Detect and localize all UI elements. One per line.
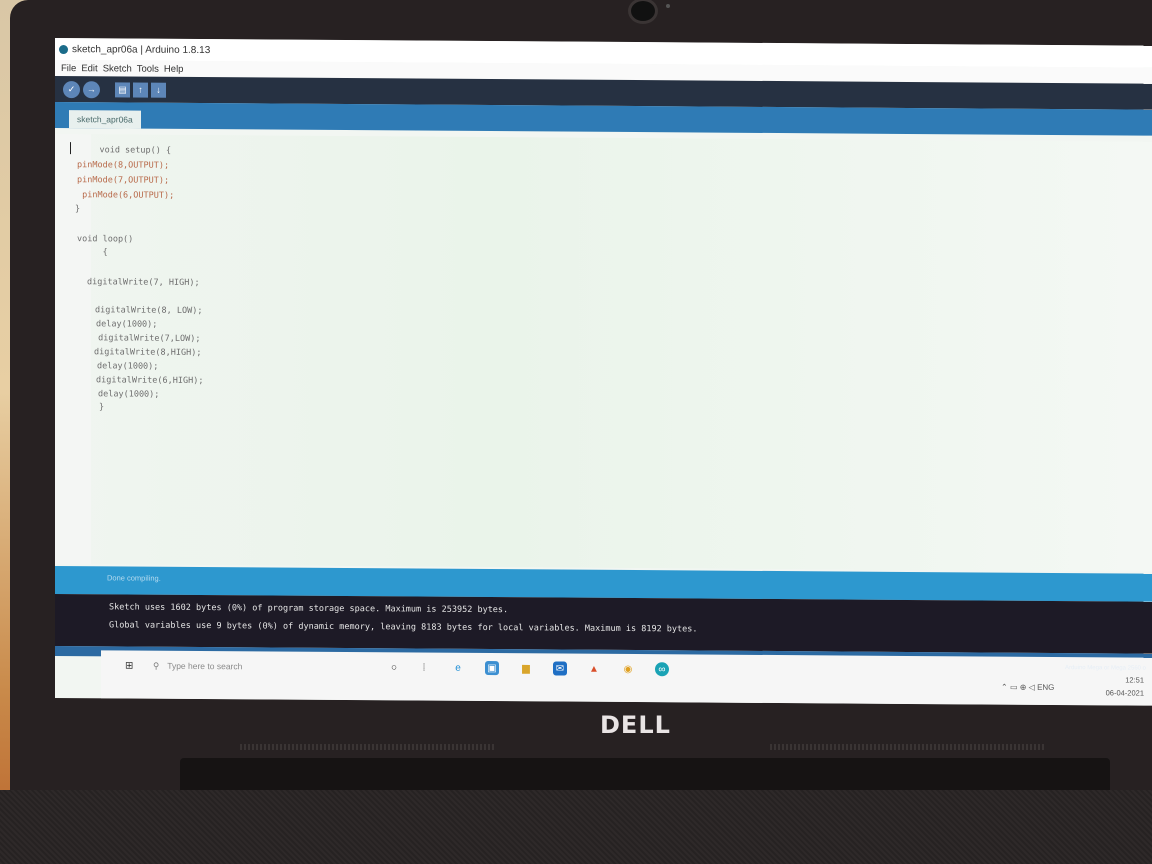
arduino-icon[interactable]: ∞ — [655, 662, 669, 677]
battery-icon[interactable]: ▭ — [1010, 683, 1018, 692]
menu-tools[interactable]: Tools — [137, 63, 159, 74]
laptop-screen: sketch_apr06a | Arduino 1.8.13 File Edit… — [55, 38, 1152, 706]
code-line: digitalWrite(8, LOW); — [95, 305, 203, 317]
edge-icon[interactable]: e — [451, 661, 465, 675]
board-label: Arduino Mega or Mega 2560 o — [1064, 665, 1146, 672]
globe-icon[interactable]: ⊕ — [1020, 683, 1027, 692]
code-line: pinMode(6,OUTPUT); — [77, 190, 175, 201]
verify-icon[interactable]: ✓ — [63, 80, 80, 98]
code-line: void setup() { — [79, 145, 172, 156]
webcam-led — [666, 4, 670, 8]
menu-help[interactable]: Help — [164, 63, 184, 74]
language-indicator[interactable]: ENG — [1037, 683, 1054, 692]
matlab-icon[interactable]: ▲ — [587, 662, 601, 676]
menu-file[interactable]: File — [61, 63, 76, 74]
laptop-brand-logo: DELL — [600, 711, 671, 739]
mail-icon[interactable]: ✉ — [553, 661, 567, 676]
windows-start-icon[interactable]: ⊞ — [125, 660, 135, 671]
menu-edit[interactable]: Edit — [81, 63, 97, 74]
window-title: sketch_apr06a | Arduino 1.8.13 — [72, 43, 211, 56]
arduino-app-icon — [59, 44, 68, 54]
speaker-grill-right — [770, 744, 1045, 750]
code-line: digitalWrite(8,HIGH); — [94, 347, 202, 359]
code-line: void loop() — [77, 234, 134, 245]
new-icon[interactable]: ▤ — [115, 81, 130, 98]
code-line: digitalWrite(7, HIGH); — [87, 277, 200, 289]
open-icon[interactable]: ↑ — [133, 82, 148, 98]
save-icon[interactable]: ↓ — [151, 82, 166, 98]
task-view-icon[interactable]: ○ — [387, 660, 401, 674]
search-icon: ⚲ — [153, 660, 160, 671]
taskbar-search[interactable]: ⚲ Type here to search — [153, 657, 353, 676]
speaker-grill-left — [240, 744, 495, 750]
status-message: Done compiling. — [107, 573, 161, 583]
chevron-up-icon[interactable]: ⌃ — [1001, 683, 1008, 692]
code-line: } — [99, 402, 105, 413]
menu-sketch[interactable]: Sketch — [103, 63, 132, 74]
code-line: delay(1000); — [96, 319, 158, 330]
code-line: pinMode(8,OUTPUT); — [77, 160, 170, 171]
store-icon[interactable]: ▣ — [485, 661, 499, 676]
speaker-icon[interactable]: ◁ — [1029, 683, 1035, 692]
code-area: void setup() { pinMode(8,OUTPUT); pinMod… — [55, 134, 203, 412]
console-line: Global variables use 9 bytes (0%) of dyn… — [109, 620, 698, 635]
clock-time: 12:51 — [1125, 675, 1144, 685]
code-line: digitalWrite(6,HIGH); — [96, 375, 204, 387]
code-line: delay(1000); — [98, 389, 160, 400]
laptop-keyboard-deck — [0, 790, 1152, 864]
clock[interactable]: 12:51 06-04-2021 — [1106, 673, 1144, 699]
upload-icon[interactable]: → — [83, 80, 100, 98]
code-editor[interactable]: void setup() { pinMode(8,OUTPUT); pinMod… — [55, 134, 1152, 572]
widgets-icon[interactable]: ⁞ — [417, 661, 431, 675]
code-line: pinMode(7,OUTPUT); — [77, 175, 170, 186]
windows-taskbar: ⊞ ⚲ Type here to search ○ ⁞ e ▣ ▆ ✉ ▲ ◉ … — [101, 650, 1152, 706]
output-console: Sketch uses 1602 bytes (0%) of program s… — [55, 594, 1152, 654]
clock-date: 06-04-2021 — [1105, 688, 1144, 698]
tab-sketch[interactable]: sketch_apr06a — [69, 110, 141, 129]
chrome-icon[interactable]: ◉ — [621, 662, 635, 676]
file-explorer-icon[interactable]: ▆ — [519, 661, 533, 675]
code-line: { — [77, 247, 108, 258]
search-placeholder: Type here to search — [167, 660, 243, 672]
system-tray: ⌃ ▭ ⊕ ◁ ENG — [1001, 683, 1054, 692]
code-line: digitalWrite(7,LOW); — [93, 333, 201, 345]
code-line: delay(1000); — [97, 361, 159, 372]
console-line: Sketch uses 1602 bytes (0%) of program s… — [109, 602, 509, 616]
code-line: } — [75, 204, 81, 215]
